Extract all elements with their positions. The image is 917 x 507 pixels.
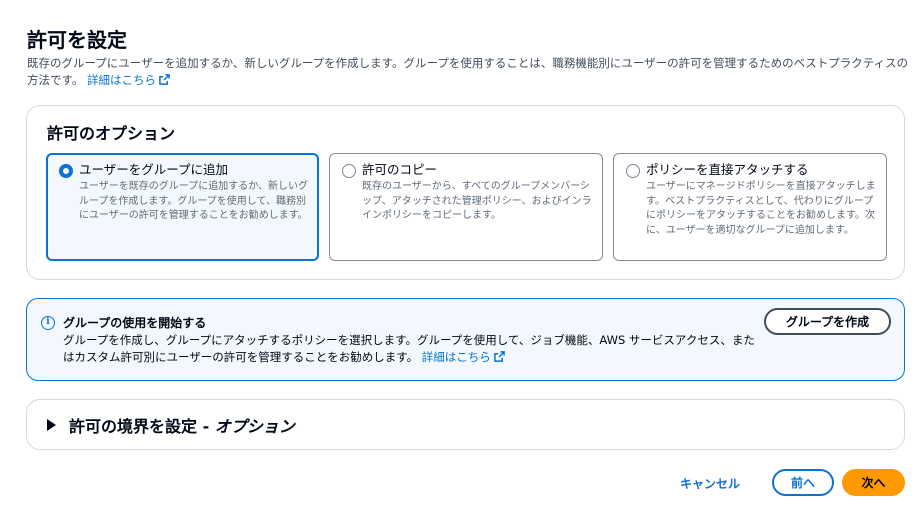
radio-copy-permissions[interactable]	[342, 164, 356, 178]
info-details-link[interactable]: 詳細はこちら	[422, 350, 505, 364]
permissions-boundary-label: 許可の境界を設定 - オプション	[69, 413, 295, 437]
page-title: 許可を設定	[27, 28, 127, 52]
cancel-button[interactable]: キャンセル	[672, 471, 748, 495]
option-copy-permissions[interactable]: 許可のコピー 既存のユーザーから、すべてのグループメンバーシップ、アタッチされた…	[329, 153, 603, 261]
info-text-body: グループを作成し、グループにアタッチするポリシーを選択します。グループを使用して…	[63, 333, 755, 364]
page-description: 既存のグループにユーザーを追加するか、新しいグループを作成します。グループを使用…	[27, 55, 912, 89]
radio-attach-policies-directly[interactable]	[626, 164, 640, 178]
permission-options-heading: 許可のオプション	[47, 124, 176, 143]
option-description: ユーザーを既存のグループに追加するか、新しいグループを作成します。グループを使用…	[79, 181, 308, 221]
create-group-button[interactable]: グループを作成	[764, 308, 891, 335]
info-icon: i	[41, 316, 55, 330]
info-title: グループの使用を開始する	[63, 316, 207, 330]
boundary-label-optional: オプション	[214, 417, 295, 436]
details-link-label: 詳細はこちら	[87, 73, 157, 87]
option-description: ユーザーにマネージドポリシーを直接アタッチします。ベストプラクティスとして、代わ…	[646, 181, 876, 236]
option-attach-policies-directly[interactable]: ポリシーを直接アタッチする ユーザーにマネージドポリシーを直接アタッチします。ベ…	[613, 153, 887, 261]
info-text: グループを作成し、グループにアタッチするポリシーを選択します。グループを使用して…	[63, 332, 763, 366]
details-link[interactable]: 詳細はこちら	[87, 73, 170, 87]
boundary-label-text: 許可の境界を設定 -	[69, 417, 215, 436]
info-panel-groups: i グループの使用を開始する グループを作成し、グループにアタッチするポリシーを…	[26, 298, 905, 381]
next-button[interactable]: 次へ	[842, 469, 905, 496]
permissions-boundary-expander[interactable]: 許可の境界を設定 - オプション	[26, 399, 905, 450]
caret-right-icon[interactable]	[47, 419, 56, 431]
option-description: 既存のユーザーから、すべてのグループメンバーシップ、アタッチされた管理ポリシー、…	[362, 181, 592, 221]
option-title: 許可のコピー	[362, 162, 438, 177]
external-link-icon	[493, 351, 505, 362]
option-title: ユーザーをグループに追加	[79, 162, 229, 177]
option-add-user-to-group[interactable]: ユーザーをグループに追加 ユーザーを既存のグループに追加するか、新しいグループを…	[46, 153, 319, 261]
permission-options-container: 許可のオプション ユーザーをグループに追加 ユーザーを既存のグループに追加するか…	[26, 105, 905, 280]
previous-button[interactable]: 前へ	[772, 469, 834, 496]
external-link-icon	[159, 74, 170, 85]
option-title: ポリシーを直接アタッチする	[646, 162, 809, 177]
radio-add-user-to-group[interactable]	[59, 164, 73, 178]
info-details-link-label: 詳細はこちら	[421, 350, 491, 364]
